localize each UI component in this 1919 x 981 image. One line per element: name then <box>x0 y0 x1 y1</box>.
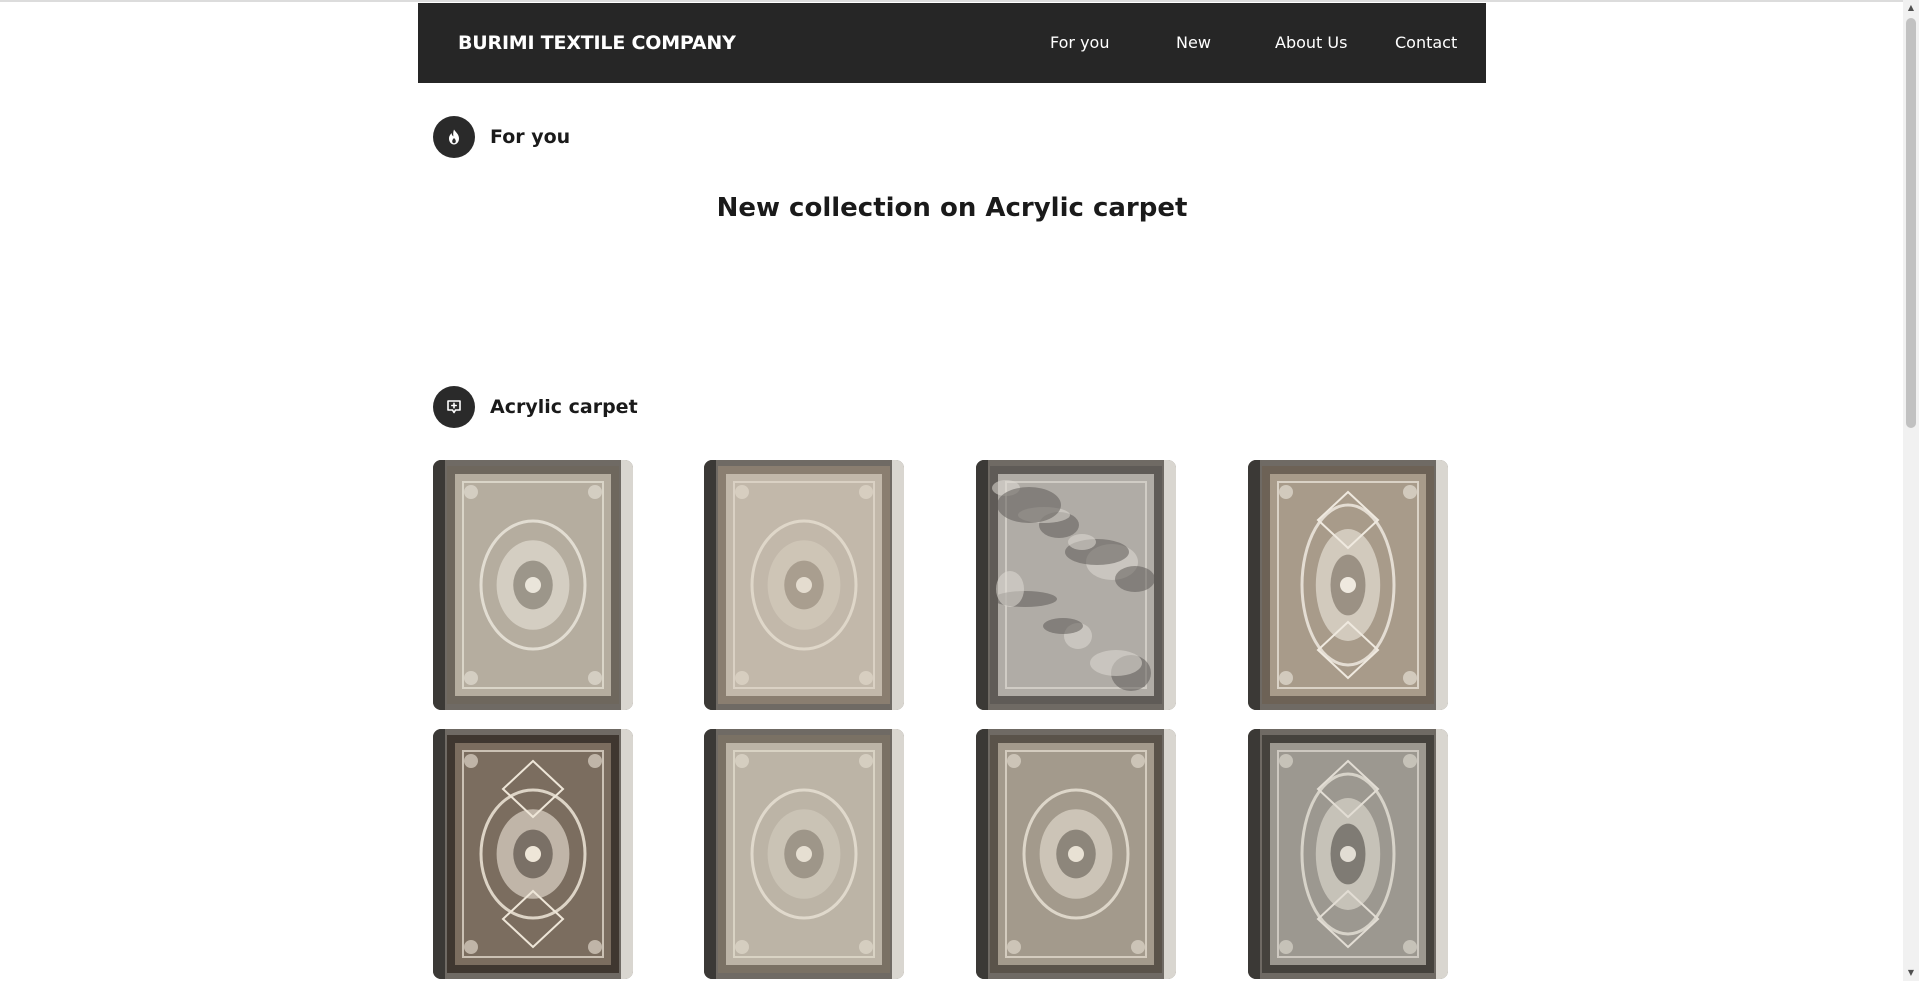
product-card-5[interactable] <box>433 729 633 979</box>
nav-about-us[interactable]: About Us <box>1275 3 1347 83</box>
brand-logo[interactable]: BURIMI TEXTILE COMPANY <box>458 3 736 83</box>
carpet-image <box>976 729 1176 979</box>
scrollbar-thumb[interactable] <box>1906 18 1916 428</box>
product-card-6[interactable] <box>704 729 904 979</box>
product-card-7[interactable] <box>976 729 1176 979</box>
product-card-2[interactable] <box>704 460 904 710</box>
section-for-you-title: For you <box>490 126 571 148</box>
product-card-4[interactable] <box>1248 460 1448 710</box>
carpet-image <box>433 460 633 710</box>
carpet-image <box>704 460 904 710</box>
carpet-image <box>433 729 633 979</box>
scroll-up-arrow-icon[interactable]: ▲ <box>1903 0 1919 16</box>
message-plus-icon <box>433 386 475 428</box>
product-card-8[interactable] <box>1248 729 1448 979</box>
browser-top-border <box>0 0 1903 2</box>
nav-new[interactable]: New <box>1176 3 1211 83</box>
product-card-1[interactable] <box>433 460 633 710</box>
fire-icon <box>433 116 475 158</box>
nav-for-you[interactable]: For you <box>1050 3 1109 83</box>
scroll-down-arrow-icon[interactable]: ▼ <box>1903 965 1919 981</box>
carpet-image <box>704 729 904 979</box>
product-card-3[interactable] <box>976 460 1176 710</box>
carpet-image <box>1248 729 1448 979</box>
site-header: BURIMI TEXTILE COMPANY For you New About… <box>418 3 1486 83</box>
carpet-image <box>1248 460 1448 710</box>
nav-contact[interactable]: Contact <box>1395 3 1457 83</box>
carpet-image <box>976 460 1176 710</box>
scrollbar[interactable]: ▲ ▼ <box>1903 0 1919 981</box>
collection-headline: New collection on Acrylic carpet <box>716 193 1188 223</box>
section-acrylic-title: Acrylic carpet <box>490 396 638 418</box>
